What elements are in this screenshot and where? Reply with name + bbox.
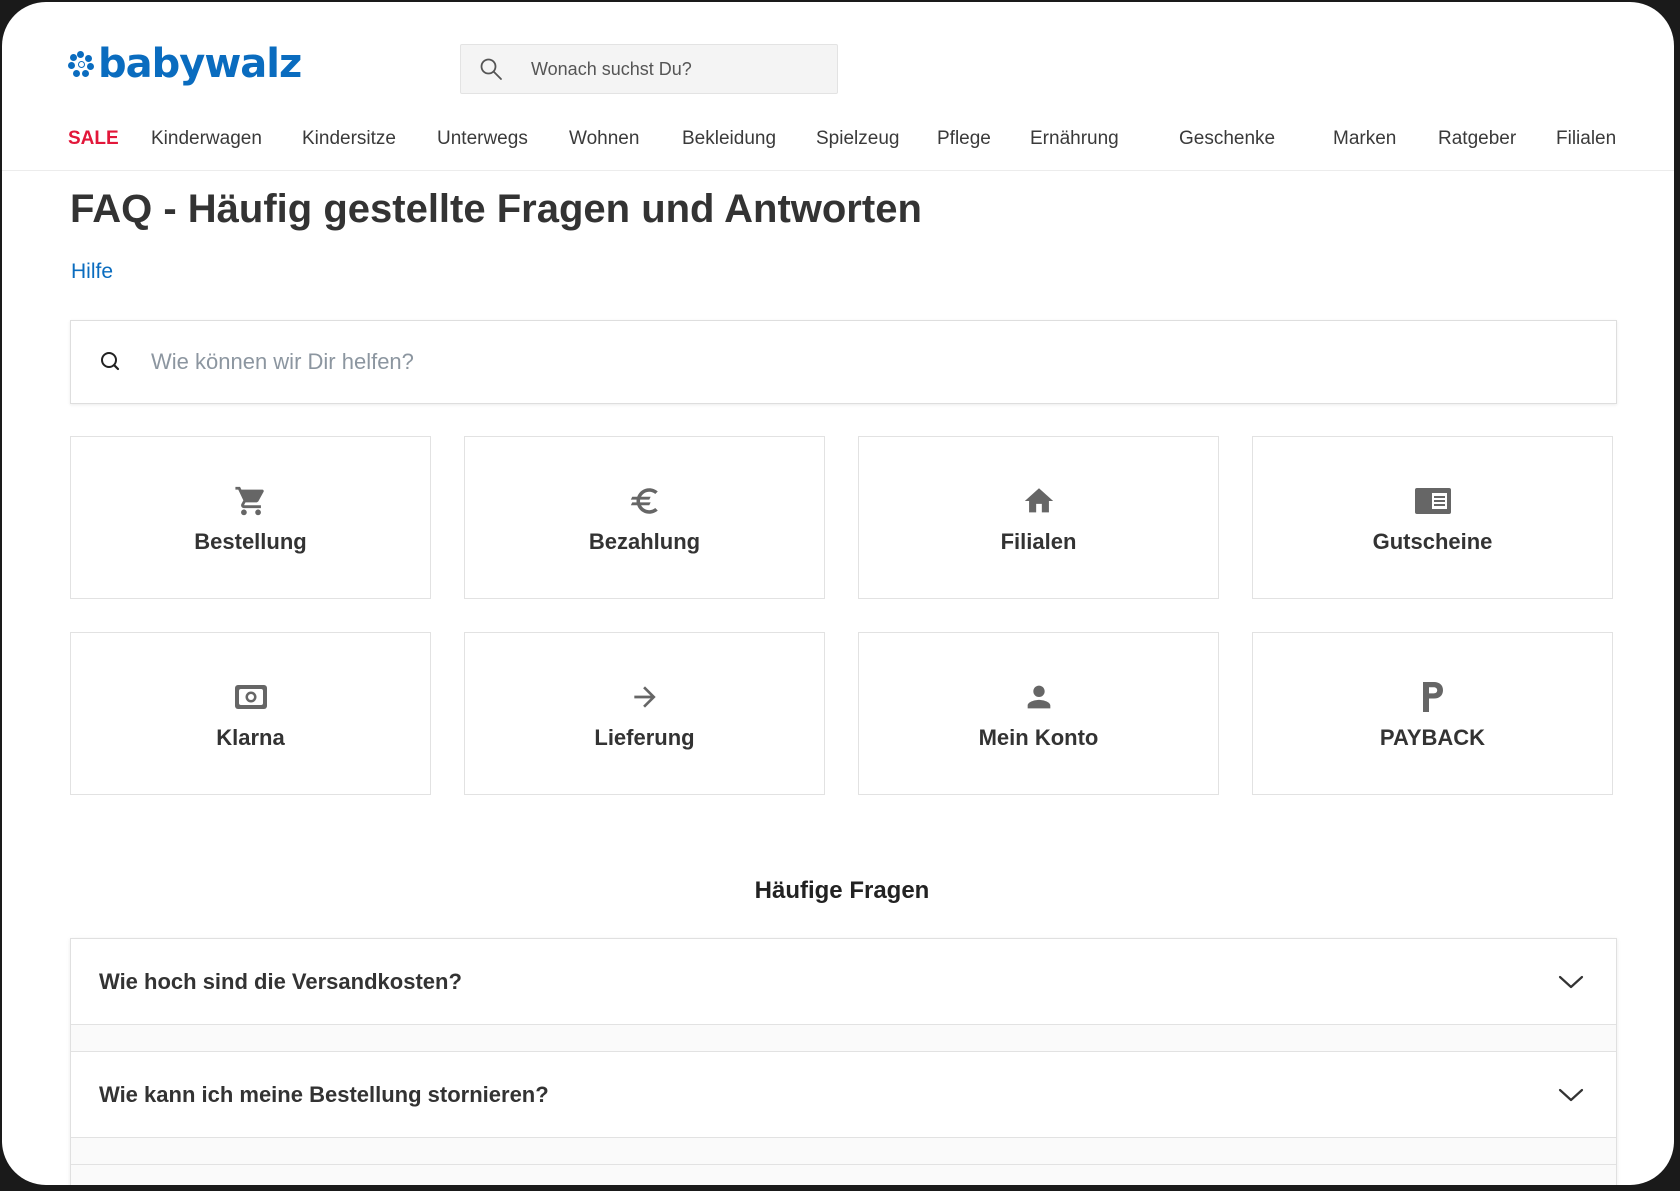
- search-icon: [99, 350, 133, 374]
- nav-item-kinderwagen[interactable]: Kinderwagen: [151, 128, 262, 150]
- nav-item-unterwegs[interactable]: Unterwegs: [437, 128, 528, 150]
- logo-text: babywalz: [98, 41, 302, 87]
- faq-question: Wie kann ich meine Bestellung stornieren…: [99, 1081, 549, 1107]
- faq-accordion: Wie hoch sind die Versandkosten? Wie kan…: [70, 938, 1617, 1185]
- nav-item-filialen[interactable]: Filialen: [1556, 128, 1616, 150]
- site-search-input[interactable]: Wonach suchst Du?: [460, 44, 838, 94]
- category-tile-payback[interactable]: PAYBACK: [1252, 632, 1613, 795]
- category-tile-bezahlung[interactable]: Bezahlung: [464, 436, 825, 599]
- nav-item-sale[interactable]: SALE: [68, 128, 119, 150]
- main-navigation: SALE Kinderwagen Kindersitze Unterwegs W…: [2, 110, 1674, 171]
- nav-item-geschenke[interactable]: Geschenke: [1179, 128, 1275, 150]
- flower-logo-icon: [68, 51, 94, 77]
- category-label: PAYBACK: [1379, 724, 1486, 750]
- page-title: FAQ - Häufig gestellte Fragen und Antwor…: [70, 187, 922, 231]
- category-tile-lieferung[interactable]: Lieferung: [464, 632, 825, 795]
- chevron-down-icon[interactable]: [1558, 974, 1584, 990]
- nav-item-bekleidung[interactable]: Bekleidung: [682, 128, 776, 150]
- category-tile-mein-konto[interactable]: Mein Konto: [858, 632, 1219, 795]
- euro-icon: [628, 481, 662, 521]
- category-label: Lieferung: [594, 724, 695, 750]
- person-icon: [1022, 677, 1056, 717]
- klarna-money-icon: [234, 677, 268, 717]
- faq-question: Wie hoch sind die Versandkosten?: [99, 968, 462, 994]
- category-label: Gutscheine: [1372, 528, 1493, 554]
- category-label: Filialen: [1000, 528, 1077, 554]
- payback-p-icon: [1420, 677, 1446, 717]
- nav-item-ernaehrung[interactable]: Ernährung: [1030, 128, 1119, 150]
- nav-item-pflege[interactable]: Pflege: [937, 128, 991, 150]
- browser-viewport: babywalz Wonach suchst Du? SALE Kinderwa…: [2, 2, 1674, 1185]
- arrow-right-icon: [629, 677, 661, 717]
- faq-divider: [71, 1025, 1616, 1052]
- category-tile-gutscheine[interactable]: Gutscheine: [1252, 436, 1613, 599]
- babywalz-logo[interactable]: babywalz: [68, 41, 302, 87]
- chevron-down-icon[interactable]: [1558, 1087, 1584, 1103]
- category-label: Bestellung: [194, 528, 307, 554]
- cart-icon: [234, 481, 268, 521]
- nav-item-wohnen[interactable]: Wohnen: [569, 128, 639, 150]
- search-icon: [479, 57, 513, 81]
- category-tile-klarna[interactable]: Klarna: [70, 632, 431, 795]
- faq-item[interactable]: Wie hoch sind die Versandkosten?: [71, 939, 1616, 1025]
- category-tile-bestellung[interactable]: Bestellung: [70, 436, 431, 599]
- category-label: Bezahlung: [588, 528, 701, 554]
- nav-item-spielzeug[interactable]: Spielzeug: [816, 128, 899, 150]
- nav-item-marken[interactable]: Marken: [1333, 128, 1396, 150]
- faq-item[interactable]: Wie kann ich meine Bestellung stornieren…: [71, 1052, 1616, 1138]
- faq-divider: [71, 1138, 1616, 1165]
- site-search-placeholder: Wonach suchst Du?: [531, 58, 692, 79]
- nav-item-ratgeber[interactable]: Ratgeber: [1438, 128, 1516, 150]
- category-tile-filialen[interactable]: Filialen: [858, 436, 1219, 599]
- faq-heading: Häufige Fragen: [754, 877, 930, 904]
- breadcrumb-hilfe[interactable]: Hilfe: [71, 260, 113, 284]
- category-label: Klarna: [216, 724, 285, 750]
- nav-item-kindersitze[interactable]: Kindersitze: [302, 128, 396, 150]
- help-search-input[interactable]: Wie können wir Dir helfen?: [70, 320, 1617, 404]
- voucher-card-icon: [1414, 481, 1452, 521]
- home-icon: [1022, 481, 1056, 521]
- help-search-placeholder: Wie können wir Dir helfen?: [151, 349, 414, 374]
- category-label: Mein Konto: [978, 724, 1099, 750]
